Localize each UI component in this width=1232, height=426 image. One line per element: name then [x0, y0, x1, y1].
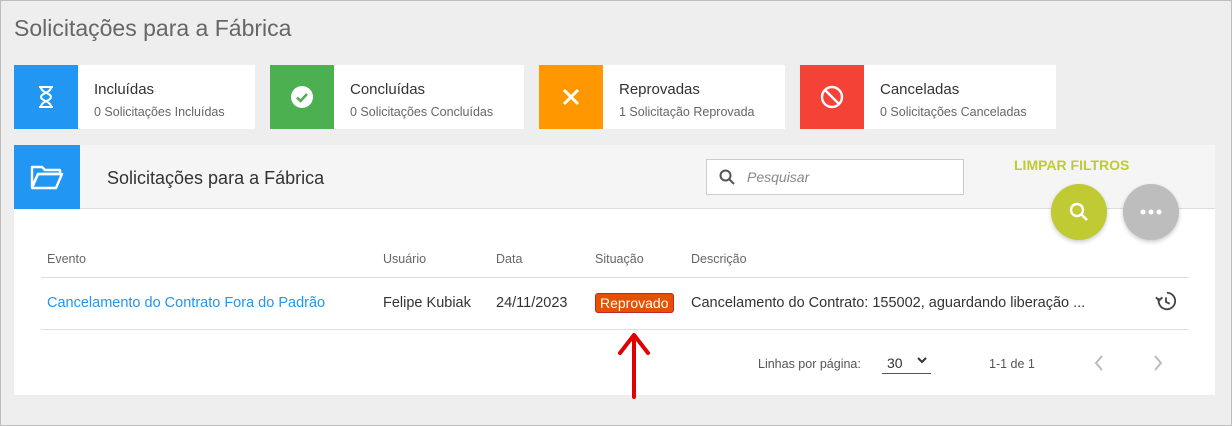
pagination-range: 1-1 de 1	[989, 357, 1035, 371]
history-icon[interactable]	[1155, 290, 1177, 312]
user-cell: Felipe Kubiak	[377, 277, 490, 330]
requests-panel: Solicitações para a Fábrica LIMPAR FILTR…	[14, 145, 1215, 395]
card-subtitle: 1 Solicitação Reprovada	[619, 105, 755, 119]
column-header-situacao[interactable]: Situação	[589, 241, 685, 278]
chevron-left-icon[interactable]	[1093, 354, 1105, 372]
card-subtitle: 0 Solicitações Canceladas	[880, 105, 1027, 119]
card-concluidas[interactable]: Concluídas 0 Solicitações Concluídas	[270, 65, 524, 129]
page-title: Solicitações para a Fábrica	[14, 15, 292, 41]
card-subtitle: 0 Solicitações Concluídas	[350, 105, 494, 119]
column-header-data[interactable]: Data	[490, 241, 589, 278]
more-options-button[interactable]	[1123, 184, 1179, 240]
rows-per-page-label: Linhas por página:	[758, 357, 861, 371]
card-title: Reprovadas	[619, 81, 700, 98]
folder-icon	[14, 145, 80, 209]
card-reprovadas[interactable]: Reprovadas 1 Solicitação Reprovada	[539, 65, 785, 129]
annotation-arrow-icon	[618, 333, 650, 399]
status-badge: Reprovado	[595, 293, 674, 313]
card-incluidas[interactable]: Incluídas 0 Solicitações Incluídas	[14, 65, 255, 129]
rows-per-page-value: 30	[887, 355, 903, 371]
table-row[interactable]: Cancelamento do Contrato Fora do Padrão …	[41, 277, 1189, 330]
chevron-down-icon	[917, 357, 927, 364]
card-subtitle: 0 Solicitações Incluídas	[94, 105, 225, 119]
clear-filters-button[interactable]: LIMPAR FILTROS	[1014, 157, 1129, 173]
search-input[interactable]	[747, 169, 947, 185]
card-title: Concluídas	[350, 81, 426, 98]
search-fab-button[interactable]	[1051, 184, 1107, 240]
hourglass-icon	[14, 65, 78, 129]
panel-header: Solicitações para a Fábrica LIMPAR FILTR…	[14, 145, 1215, 240]
column-header-descricao[interactable]: Descrição	[685, 241, 1149, 278]
description-cell: Cancelamento do Contrato: 155002, aguard…	[685, 277, 1149, 330]
search-icon	[1069, 202, 1088, 221]
column-header-evento[interactable]: Evento	[41, 241, 377, 278]
card-canceladas[interactable]: Canceladas 0 Solicitações Canceladas	[800, 65, 1056, 129]
card-title: Canceladas	[880, 81, 960, 98]
column-header-usuario[interactable]: Usuário	[377, 241, 490, 278]
close-icon	[539, 65, 603, 129]
block-icon	[800, 65, 864, 129]
more-horizontal-icon	[1140, 209, 1162, 215]
card-title: Incluídas	[94, 81, 155, 98]
history-cell	[1149, 277, 1189, 330]
search-icon	[719, 169, 735, 185]
rows-per-page-select[interactable]: 30	[882, 352, 931, 374]
column-header-actions	[1149, 241, 1189, 278]
search-box[interactable]	[706, 159, 964, 195]
requests-table: Evento Usuário Data Situação Descrição C…	[41, 241, 1189, 330]
event-link[interactable]: Cancelamento do Contrato Fora do Padrão	[47, 295, 325, 311]
panel-title: Solicitações para a Fábrica	[107, 168, 325, 188]
table-header-row: Evento Usuário Data Situação Descrição	[41, 241, 1189, 278]
chevron-right-icon[interactable]	[1152, 354, 1164, 372]
status-cell: Reprovado	[589, 277, 685, 330]
date-cell: 24/11/2023	[490, 277, 589, 330]
check-circle-icon	[270, 65, 334, 129]
pagination: Linhas por página: 30 1-1 de 1	[14, 350, 1215, 380]
